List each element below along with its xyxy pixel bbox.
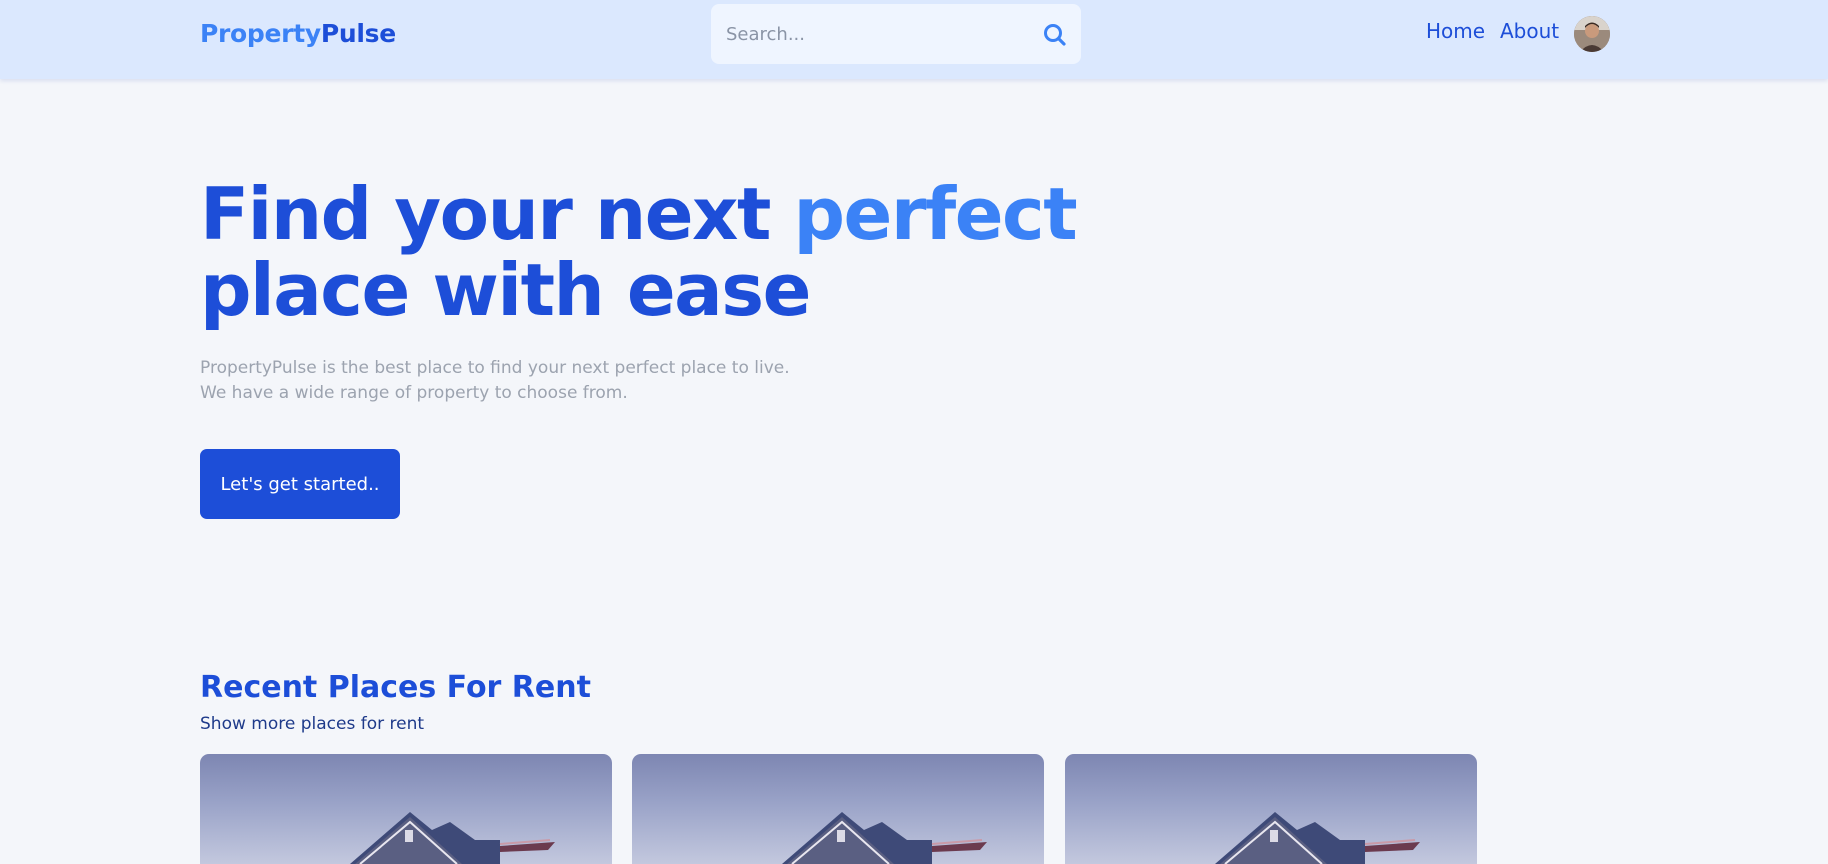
- property-card[interactable]: [632, 754, 1044, 864]
- nav-link-home[interactable]: Home: [1426, 19, 1485, 43]
- get-started-button[interactable]: Let's get started..: [200, 449, 400, 519]
- hero-description-line2: We have a wide range of property to choo…: [200, 383, 628, 403]
- search-box: [711, 4, 1081, 64]
- user-avatar[interactable]: [1574, 16, 1610, 52]
- house-photo: [1215, 812, 1420, 864]
- top-navbar: PropertyPulse Home About: [0, 0, 1828, 79]
- hero-title-line2: place with ease: [200, 248, 811, 332]
- hero-description: PropertyPulse is the best place to find …: [200, 356, 900, 406]
- property-card[interactable]: [1065, 754, 1477, 864]
- house-photo: [782, 812, 987, 864]
- hero-title-line1: Find your next: [200, 172, 794, 256]
- house-photo: [350, 812, 555, 864]
- show-more-link[interactable]: Show more places for rent: [200, 714, 424, 734]
- hero-description-line1: PropertyPulse is the best place to find …: [200, 358, 790, 378]
- recent-places-title: Recent Places For Rent: [200, 670, 591, 705]
- brand-part-property: Property: [200, 19, 321, 48]
- search-icon[interactable]: [1041, 21, 1069, 49]
- search-input[interactable]: [726, 4, 1026, 64]
- nav-link-about[interactable]: About: [1500, 19, 1559, 43]
- hero-title: Find your next perfect place with ease: [200, 176, 1100, 328]
- hero-title-accent: perfect: [793, 172, 1077, 256]
- brand-part-pulse: Pulse: [320, 19, 396, 48]
- brand-logo[interactable]: PropertyPulse: [200, 19, 396, 48]
- property-card[interactable]: [200, 754, 612, 864]
